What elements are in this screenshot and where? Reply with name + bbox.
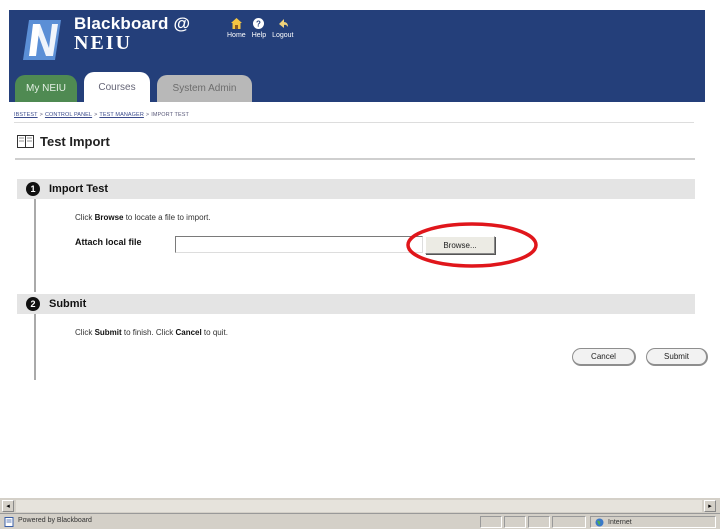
vertical-scrollbar[interactable] xyxy=(710,102,720,497)
step-title: Submit xyxy=(49,298,87,310)
neiu-logo-icon xyxy=(23,20,61,60)
status-bar: Powered by Blackboard Internet xyxy=(0,513,720,529)
browse-button[interactable]: Browse... xyxy=(425,236,495,254)
help-label: Help xyxy=(251,32,267,39)
breadcrumb-separator: > xyxy=(39,112,43,118)
security-zone: Internet xyxy=(590,516,716,528)
breadcrumb-course[interactable]: IBSTEST xyxy=(14,112,38,118)
main-content: IBSTEST > CONTROL PANEL > TEST MANAGER >… xyxy=(9,102,708,497)
logout-link[interactable]: Logout xyxy=(272,16,294,39)
submit-button[interactable]: Submit xyxy=(646,348,708,366)
home-icon xyxy=(229,16,243,30)
step-connector xyxy=(34,185,36,292)
cancel-button[interactable]: Cancel xyxy=(572,348,636,366)
step-instructions: Click Browse to locate a file to import. xyxy=(75,213,211,222)
breadcrumb-control-panel[interactable]: CONTROL PANEL xyxy=(45,112,92,118)
tab-my-neiu[interactable]: My NEIU xyxy=(15,75,77,102)
browser-window: Blackboard @ NEIU Home ? Help Logout My … xyxy=(0,0,720,529)
header: Blackboard @ NEIU Home ? Help Logout My … xyxy=(0,0,720,102)
breadcrumb-separator: > xyxy=(94,112,98,118)
page-header: Test Import xyxy=(17,134,110,149)
status-pane xyxy=(504,516,526,528)
scroll-track[interactable] xyxy=(16,500,702,512)
status-pane xyxy=(552,516,586,528)
file-field-label: Attach local file xyxy=(75,237,142,247)
breadcrumb-separator: > xyxy=(145,112,150,118)
top-banner: Blackboard @ NEIU Home ? Help Logout xyxy=(9,10,705,68)
horizontal-scrollbar[interactable]: ◂ ▸ xyxy=(0,497,720,513)
logout-label: Logout xyxy=(272,32,294,39)
top-nav: Home ? Help Logout xyxy=(227,16,294,39)
step-submit-header: 2 Submit xyxy=(17,294,695,314)
file-path-input[interactable] xyxy=(175,236,423,253)
tab-system-admin[interactable]: System Admin xyxy=(157,75,252,102)
divider xyxy=(15,158,695,160)
home-label: Home xyxy=(227,32,246,39)
divider xyxy=(14,122,694,123)
page-title: Test Import xyxy=(40,134,110,149)
page-icon xyxy=(4,517,14,527)
zone-label: Internet xyxy=(608,518,632,526)
breadcrumb-test-manager[interactable]: TEST MANAGER xyxy=(99,112,144,118)
tab-bar: My NEIU Courses System Admin xyxy=(9,68,705,102)
home-link[interactable]: Home xyxy=(227,16,246,39)
globe-icon xyxy=(595,518,604,526)
status-text: Powered by Blackboard xyxy=(18,517,92,524)
breadcrumb: IBSTEST > CONTROL PANEL > TEST MANAGER >… xyxy=(14,112,189,118)
brand-title: Blackboard @ xyxy=(74,14,191,33)
help-icon: ? xyxy=(252,16,266,30)
step-instructions: Click Submit to finish. Click Cancel to … xyxy=(75,328,228,337)
breadcrumb-current: IMPORT TEST xyxy=(151,112,189,118)
step-connector xyxy=(34,307,36,380)
scroll-right-icon[interactable]: ▸ xyxy=(704,500,716,512)
logout-icon xyxy=(276,16,290,30)
status-pane xyxy=(528,516,550,528)
step-title: Import Test xyxy=(49,183,109,195)
book-icon xyxy=(17,135,34,148)
brand-subtitle: NEIU xyxy=(74,32,133,54)
status-pane xyxy=(480,516,502,528)
tab-courses[interactable]: Courses xyxy=(84,72,150,102)
brand: Blackboard @ NEIU xyxy=(74,14,190,55)
step-import-test-header: 1 Import Test xyxy=(17,179,695,199)
scroll-left-icon[interactable]: ◂ xyxy=(2,500,14,512)
step-number-badge: 2 xyxy=(26,297,40,311)
step-number-badge: 1 xyxy=(26,182,40,196)
svg-text:?: ? xyxy=(256,19,261,28)
help-link[interactable]: ? Help xyxy=(252,16,266,39)
